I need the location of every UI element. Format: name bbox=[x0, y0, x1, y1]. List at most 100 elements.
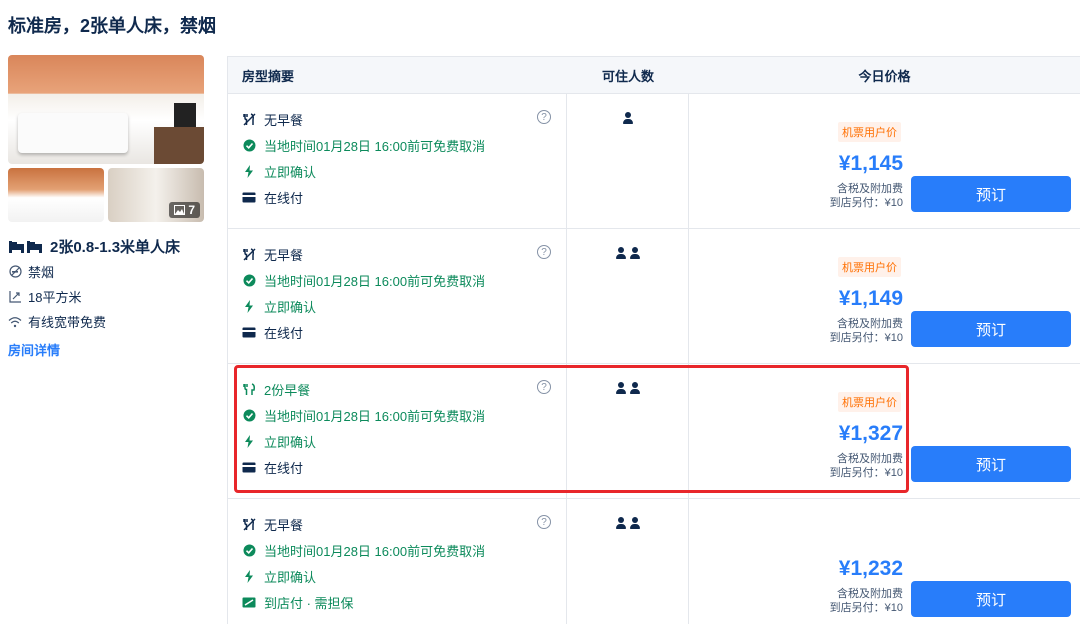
occupancy-cell bbox=[567, 229, 689, 363]
price-cell: 机票用户价 ¥1,145 含税及附加费 到店另付：¥10 预订 bbox=[689, 94, 1080, 228]
header-price: 今日价格 bbox=[858, 68, 911, 84]
book-button[interactable]: 预订 bbox=[911, 581, 1071, 617]
price-cell: 机票用户价 ¥1,149 含税及附加费 到店另付：¥10 预订 bbox=[689, 229, 1080, 363]
feature-no-smoking: 禁烟 bbox=[8, 262, 54, 281]
lightning-icon bbox=[242, 570, 256, 583]
occupancy-persons bbox=[567, 382, 689, 394]
occupancy-persons bbox=[567, 517, 689, 529]
room-photo-main[interactable] bbox=[8, 55, 204, 164]
table-row: 无早餐 ? 当地时间01月28日 16:00前可免费取消 立即确认 在线付 机票… bbox=[228, 228, 1080, 363]
no-breakfast-icon bbox=[242, 248, 256, 261]
info-icon[interactable]: ? bbox=[537, 110, 551, 124]
price: ¥1,327 bbox=[838, 422, 903, 445]
bed-icon bbox=[8, 240, 44, 254]
rate-summary: 无早餐 ? 当地时间01月28日 16:00前可免费取消 立即确认 在线付 bbox=[228, 229, 567, 363]
cancel-policy[interactable]: 当地时间01月28日 16:00前可免费取消 bbox=[242, 406, 485, 425]
table-row: 无早餐 ? 当地时间01月28日 16:00前可免费取消 立即确认 在线付 机票… bbox=[228, 93, 1080, 228]
no-breakfast-icon bbox=[242, 113, 256, 126]
flight-user-price-tag: 机票用户价 bbox=[838, 257, 901, 277]
area-icon bbox=[8, 290, 22, 304]
info-icon[interactable]: ? bbox=[537, 245, 551, 259]
payment-info: 在线付 bbox=[242, 323, 303, 342]
person-icon bbox=[630, 517, 640, 529]
room-photos[interactable]: 7 bbox=[8, 55, 204, 222]
table-row: 2份早餐 ? 当地时间01月28日 16:00前可免费取消 立即确认 在线付 机… bbox=[228, 363, 1080, 498]
book-button[interactable]: 预订 bbox=[911, 176, 1071, 212]
person-icon bbox=[623, 112, 633, 124]
check-circle-icon bbox=[242, 274, 256, 287]
tax-note: 含税及附加费 到店另付：¥10 bbox=[829, 183, 903, 209]
rate-table: 房型摘要 可住人数 今日价格 无早餐 ? 当地时间01月28日 16:00前可免… bbox=[227, 56, 1080, 624]
person-icon bbox=[616, 247, 626, 259]
card-icon bbox=[242, 327, 256, 338]
room-title: 标准房，2张单人床，禁烟 bbox=[8, 16, 217, 36]
price-cell: 机票用户价 ¥1,327 含税及附加费 到店另付：¥10 预订 bbox=[689, 364, 1080, 498]
rate-summary: 2份早餐 ? 当地时间01月28日 16:00前可免费取消 立即确认 在线付 bbox=[228, 364, 567, 498]
bed-info: 2张0.8-1.3米单人床 bbox=[8, 236, 180, 257]
occupancy-persons bbox=[567, 112, 689, 124]
instant-confirm: 立即确认 bbox=[242, 297, 316, 316]
photo-count-badge[interactable]: 7 bbox=[169, 202, 200, 218]
wifi-icon bbox=[8, 315, 22, 329]
tax-note: 含税及附加费 到店另付：¥10 bbox=[829, 588, 903, 614]
rate-summary: 无早餐 ? 当地时间01月28日 16:00前可免费取消 立即确认 到店付 · … bbox=[228, 499, 567, 624]
meal-info: 无早餐 bbox=[242, 515, 303, 534]
cancel-policy[interactable]: 当地时间01月28日 16:00前可免费取消 bbox=[242, 136, 485, 155]
person-icon bbox=[616, 382, 626, 394]
bed-text: 2张0.8-1.3米单人床 bbox=[50, 239, 181, 256]
payment-info: 在线付 bbox=[242, 188, 303, 207]
tax-note: 含税及附加费 到店另付：¥10 bbox=[829, 318, 903, 344]
no-smoking-icon bbox=[8, 265, 22, 279]
price: ¥1,145 bbox=[838, 152, 903, 175]
flight-user-price-tag: 机票用户价 bbox=[838, 392, 901, 412]
card-icon bbox=[242, 192, 256, 203]
info-icon[interactable]: ? bbox=[537, 380, 551, 394]
table-row: 无早餐 ? 当地时间01月28日 16:00前可免费取消 立即确认 到店付 · … bbox=[228, 498, 1080, 624]
instant-confirm: 立即确认 bbox=[242, 567, 316, 586]
price-cell: ¥1,232 含税及附加费 到店另付：¥10 预订 bbox=[689, 499, 1080, 624]
pay-at-hotel-icon bbox=[242, 597, 256, 608]
lightning-icon bbox=[242, 165, 256, 178]
lightning-icon bbox=[242, 435, 256, 448]
card-icon bbox=[242, 462, 256, 473]
image-icon bbox=[174, 205, 186, 215]
feature-area: 18平方米 bbox=[8, 287, 81, 306]
room-photo-thumb[interactable]: 7 bbox=[108, 168, 204, 222]
header-summary: 房型摘要 bbox=[242, 68, 295, 84]
meal-info: 无早餐 bbox=[242, 110, 303, 129]
header-occupancy: 可住人数 bbox=[601, 68, 654, 84]
tax-note: 含税及附加费 到店另付：¥10 bbox=[829, 453, 903, 479]
person-icon bbox=[630, 247, 640, 259]
cancel-policy[interactable]: 当地时间01月28日 16:00前可免费取消 bbox=[242, 541, 485, 560]
flight-user-price-tag: 机票用户价 bbox=[838, 122, 901, 142]
check-circle-icon bbox=[242, 544, 256, 557]
occupancy-cell bbox=[567, 499, 689, 624]
book-button[interactable]: 预订 bbox=[911, 311, 1071, 347]
price: ¥1,149 bbox=[838, 287, 903, 310]
instant-confirm: 立即确认 bbox=[242, 432, 316, 451]
info-icon[interactable]: ? bbox=[537, 515, 551, 529]
payment-info: 在线付 bbox=[242, 458, 303, 477]
price: ¥1,232 bbox=[838, 557, 903, 580]
payment-info: 到店付 · 需担保 bbox=[242, 593, 354, 612]
occupancy-cell bbox=[567, 364, 689, 498]
meal-info: 2份早餐 bbox=[242, 380, 310, 399]
rate-summary: 无早餐 ? 当地时间01月28日 16:00前可免费取消 立即确认 在线付 bbox=[228, 94, 567, 228]
table-header: 房型摘要 可住人数 今日价格 bbox=[228, 57, 1080, 93]
occupancy-cell bbox=[567, 94, 689, 228]
person-icon bbox=[616, 517, 626, 529]
no-breakfast-icon bbox=[242, 518, 256, 531]
feature-wifi: 有线宽带免费 bbox=[8, 312, 106, 331]
room-detail-link[interactable]: 房间详情 bbox=[8, 340, 60, 359]
person-icon bbox=[630, 382, 640, 394]
check-circle-icon bbox=[242, 409, 256, 422]
book-button[interactable]: 预订 bbox=[911, 446, 1071, 482]
occupancy-persons bbox=[567, 247, 689, 259]
room-photo-thumb[interactable] bbox=[8, 168, 104, 222]
lightning-icon bbox=[242, 300, 256, 313]
breakfast-icon bbox=[242, 383, 256, 396]
cancel-policy[interactable]: 当地时间01月28日 16:00前可免费取消 bbox=[242, 271, 485, 290]
instant-confirm: 立即确认 bbox=[242, 162, 316, 181]
meal-info: 无早餐 bbox=[242, 245, 303, 264]
check-circle-icon bbox=[242, 139, 256, 152]
